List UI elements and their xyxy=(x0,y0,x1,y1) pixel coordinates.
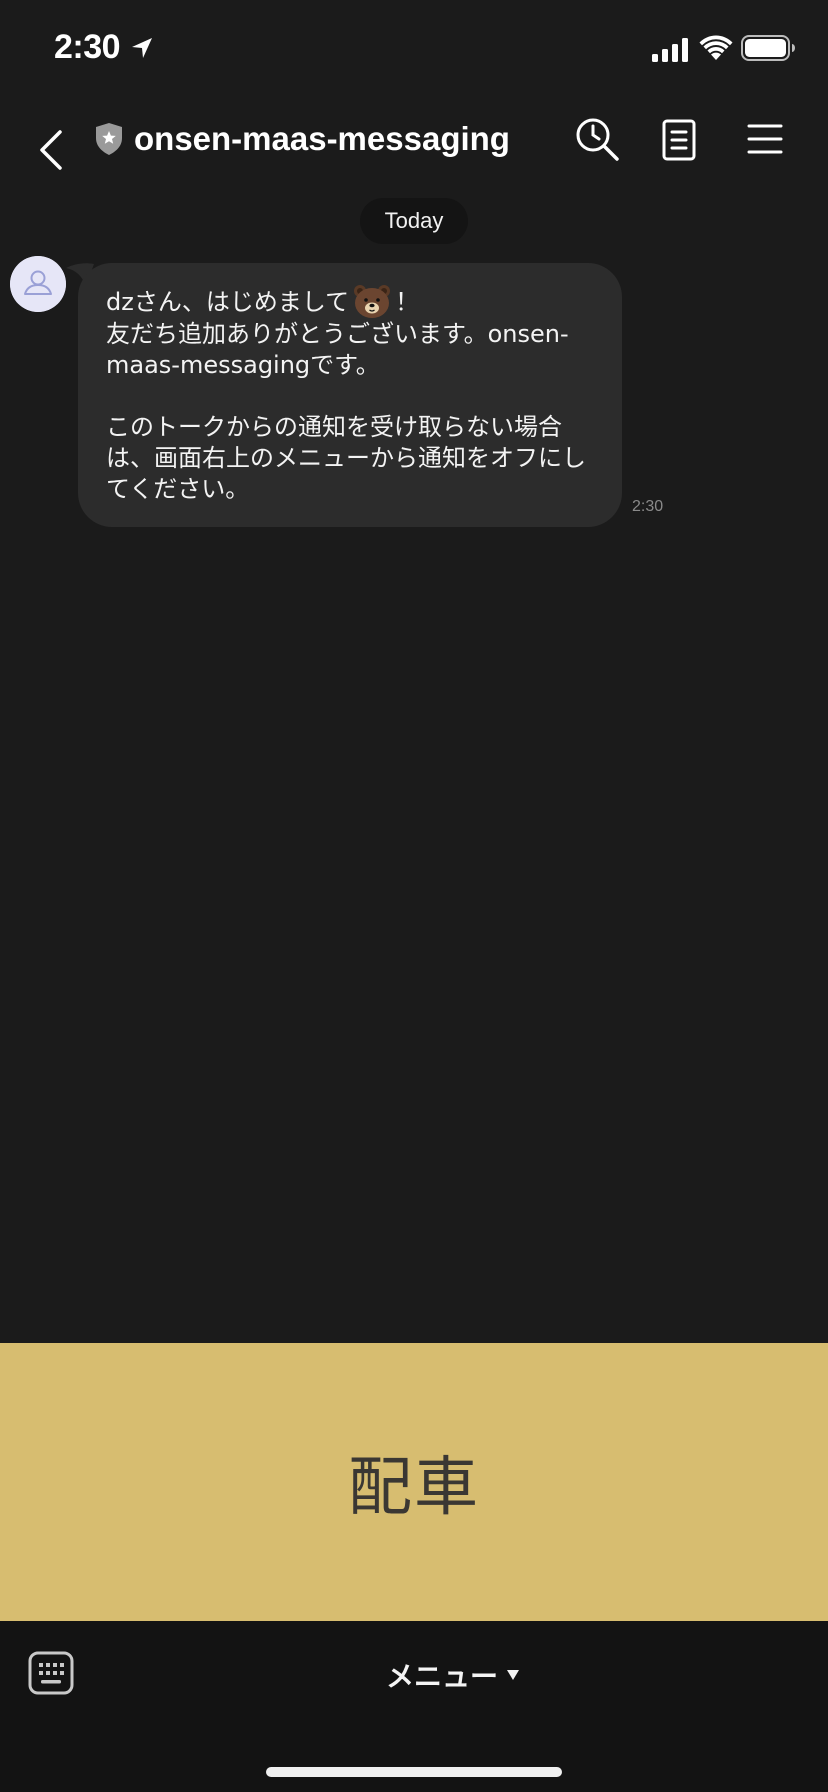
chat-screen: 2:30 onsen-maas-messaging Today dzさん、はじめ… xyxy=(0,0,828,1792)
notes-button[interactable] xyxy=(660,118,700,164)
search-history-button[interactable] xyxy=(574,116,620,162)
sender-avatar[interactable] xyxy=(10,256,66,312)
back-button[interactable] xyxy=(30,120,74,180)
message-line: このトークからの通知を受け取らない場合 xyxy=(106,413,562,441)
message-line: maas-messagingです。 xyxy=(106,351,380,379)
chat-title: onsen-maas-messaging xyxy=(134,120,510,157)
brown-bear-emoji-icon xyxy=(354,285,391,318)
rich-menu-toggle[interactable]: メニュー xyxy=(386,1655,520,1695)
date-separator: Today xyxy=(360,198,468,244)
message-line: dzさん、はじめまして ！ xyxy=(106,283,596,319)
menu-toggle-label: メニュー xyxy=(386,1660,499,1693)
message-text: ！ xyxy=(395,288,420,316)
status-bar: 2:30 xyxy=(0,0,828,100)
status-time: 2:30 xyxy=(54,28,121,66)
message-line: 友だち追加ありがとうございます。onsen- xyxy=(106,320,569,348)
message-line: は、画面右上のメニューから通知をオフにし xyxy=(106,444,586,472)
chat-header: onsen-maas-messaging xyxy=(0,100,828,200)
message-timestamp: 2:30 xyxy=(632,498,664,515)
battery-icon xyxy=(741,35,795,61)
dispatch-menu-label: 配車 xyxy=(348,1451,480,1525)
message-bubble[interactable]: dzさん、はじめまして ！ 友だち追加ありがとうございます。onsen- maa… xyxy=(78,263,622,527)
home-indicator xyxy=(266,1767,562,1777)
hamburger-menu-button[interactable] xyxy=(746,122,784,156)
cellular-signal-icon xyxy=(652,38,688,62)
caret-down-icon xyxy=(507,1670,520,1680)
message-line: てください。 xyxy=(106,475,250,503)
keyboard-toggle-button[interactable] xyxy=(28,1651,74,1695)
location-arrow-icon xyxy=(132,38,152,58)
message-text: dzさん、はじめまして xyxy=(106,288,350,316)
rich-menu: 配車 xyxy=(0,1343,828,1621)
dispatch-menu-button[interactable]: 配車 xyxy=(0,1343,828,1621)
official-account-shield-icon xyxy=(96,123,122,155)
bottom-bar: メニュー xyxy=(0,1621,828,1792)
wifi-icon xyxy=(699,35,733,60)
